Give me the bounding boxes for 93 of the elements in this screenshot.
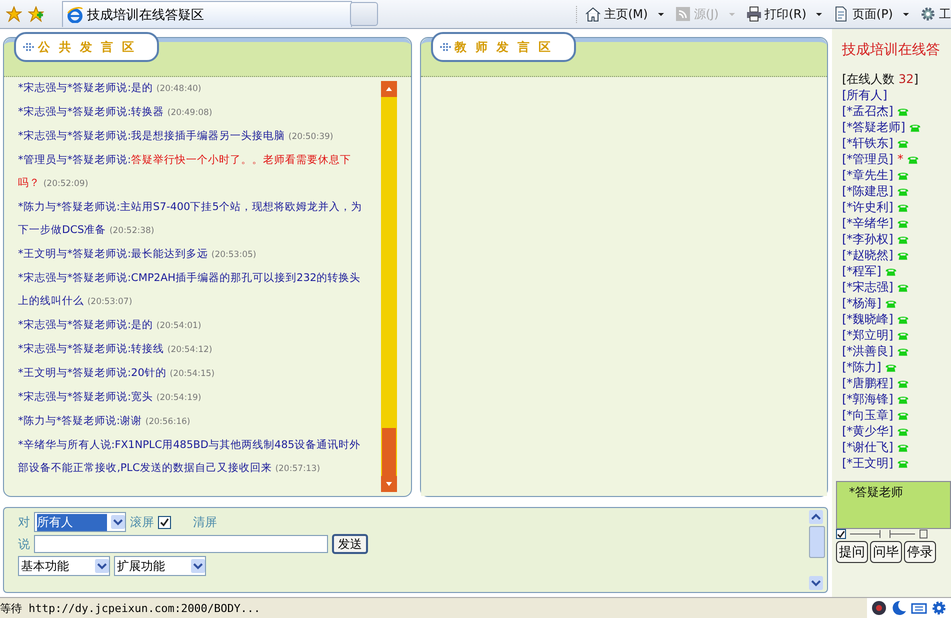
check-icon — [837, 530, 845, 538]
user-name[interactable]: [*唐鹏程] — [842, 374, 894, 392]
scroll-down-button[interactable] — [809, 576, 823, 590]
toolbar-command[interactable]: 打印(R) — [746, 6, 824, 22]
toolbar-command[interactable]: 页面(P) — [833, 6, 910, 22]
scroll-thumb[interactable] — [809, 526, 825, 558]
caret-icon — [656, 10, 665, 18]
dots-icon — [438, 41, 450, 53]
user-name[interactable]: [*黄少华] — [842, 422, 894, 440]
user-name[interactable]: [*答疑老师] — [842, 118, 906, 136]
house-icon — [585, 6, 602, 22]
user-name[interactable]: [*轩铁东] — [842, 134, 894, 152]
scrollbar[interactable] — [380, 81, 396, 492]
down-arrow-icon — [384, 480, 392, 488]
admin-mark: * — [897, 152, 904, 166]
toolbar-command[interactable]: 主页(M) — [585, 6, 665, 22]
dots-icon — [22, 41, 34, 53]
function-select[interactable]: 扩展功能 — [114, 556, 206, 576]
chat-message: *辛绪华与所有人说:FX1NPLC用485BD与其他两线制485设备通讯时外部设备不能正常接收,PLC发送的数据自己又接收回来 (20:57:13) — [18, 438, 362, 476]
chat-message: *宋志强与*答疑老师说:CMP2AH插手编器的那孔可以接到232的转换头上的线叫什么 (20:53:07) — [18, 271, 362, 309]
user-name[interactable]: [*孟召杰] — [842, 102, 894, 120]
gear-icon[interactable] — [931, 600, 947, 616]
chat-message: *宋志强与*答疑老师说:是的 (20:54:01) — [18, 318, 202, 333]
user-name[interactable]: [*李孙权] — [842, 230, 894, 248]
panel-title: 教师发言区 — [454, 38, 560, 56]
caret-icon — [815, 10, 824, 18]
user-name[interactable]: [*管理员] — [842, 150, 894, 168]
chat-message: *宋志强与*答疑老师说:转接线 (20:54:12) — [18, 342, 214, 357]
chat-message: *宋志强与*答疑老师说:宽头 (20:54:19) — [18, 390, 202, 405]
chat-message: *陈力与*答疑老师说:主站用S7-400下挂5个站，现想将欧姆龙并入，为下一步做DCS准备 (20:52:38) — [18, 200, 363, 238]
recipient-select[interactable]: 所有人 — [34, 512, 126, 532]
scroll-label: 滚屏 — [130, 514, 154, 530]
user-name[interactable]: [*陈力] — [842, 358, 882, 376]
printer-icon — [746, 6, 762, 22]
up-arrow-icon — [384, 85, 392, 93]
user-name[interactable]: [*郑立明] — [842, 326, 894, 344]
user-name[interactable]: [*程军] — [842, 262, 882, 280]
user-name[interactable]: [*向玉章] — [842, 406, 894, 424]
user-name[interactable]: [*王文明] — [842, 454, 894, 472]
action-button[interactable]: 问毕 — [870, 541, 902, 563]
checkbox[interactable] — [836, 529, 846, 539]
caret-icon — [902, 10, 910, 18]
browser-logo-icon — [67, 6, 83, 22]
action-button[interactable]: 提问 — [836, 541, 868, 563]
chat-message: *王文明与*答疑老师说:最长能达到多远 (20:53:05) — [18, 247, 258, 262]
chat-message: *宋志强与*答疑老师说:转换器 (20:49:08) — [18, 105, 214, 120]
user-name[interactable]: [*魏晓峰] — [842, 310, 894, 328]
status-text: 等待 http://dy.jcpeixun.com:2000/BODY... — [0, 600, 260, 616]
chat-message: *宋志强与*答疑老师说:是的 (20:48:40) — [18, 81, 202, 96]
feed-icon — [674, 6, 691, 22]
say-label: 说 — [18, 536, 30, 552]
dropdown-icon — [95, 559, 109, 573]
toolbar-command[interactable]: 工 — [920, 6, 951, 22]
user-name[interactable]: [*赵晓然] — [842, 246, 894, 264]
caret-icon — [728, 10, 736, 18]
user-name[interactable]: [*陈建思] — [842, 182, 894, 200]
scroll-checkbox[interactable] — [158, 516, 171, 528]
star-icon[interactable] — [6, 6, 22, 22]
user-name[interactable]: [*辛绪华] — [842, 214, 894, 232]
user-name[interactable]: [*郭海锋] — [842, 390, 894, 408]
user-name[interactable]: [*谢仕飞] — [842, 438, 894, 456]
user-name[interactable]: [*章先生] — [842, 166, 894, 184]
browser-tab[interactable]: 技成培训在线答疑区 — [62, 1, 352, 27]
user-name[interactable]: [所有人] — [842, 86, 888, 104]
to-label: 对 — [18, 514, 30, 530]
scroll-thumb[interactable] — [382, 428, 396, 476]
user-name[interactable]: [*宋志强] — [842, 278, 894, 296]
user-name[interactable]: [*许史利] — [842, 198, 894, 216]
scrollbar[interactable] — [809, 510, 825, 590]
chat-message: *陈力与*答疑老师说:谢谢 (20:56:16) — [18, 414, 192, 429]
user-name[interactable]: [*洪善良] — [842, 342, 894, 360]
target-box[interactable]: *答疑老师 — [836, 481, 951, 529]
check-icon — [160, 518, 169, 526]
online-count: [在线人数 32] — [842, 71, 920, 87]
site-title: 技成培训在线答 — [842, 41, 941, 59]
message-input[interactable] — [34, 535, 328, 553]
action-button[interactable]: 停录 — [904, 541, 936, 563]
dropdown-icon — [191, 559, 205, 573]
chat-message: *宋志强与*答疑老师说:我是想接插手编器另一头接电脑 (20:50:39) — [18, 129, 334, 144]
add-star-icon[interactable] — [28, 6, 44, 22]
page-icon — [833, 6, 850, 22]
chat-message: *管理员与*答疑老师说:答疑举行快一个小时了。。老师看需要休息下吗？ (20:52:09) — [18, 153, 352, 191]
dropdown-icon — [111, 515, 125, 529]
moon-icon[interactable] — [891, 600, 907, 616]
function-select[interactable]: 基本功能 — [18, 556, 110, 576]
gear-icon — [920, 6, 936, 22]
scroll-down-button[interactable] — [380, 476, 396, 492]
user-name[interactable]: [*杨海] — [842, 294, 882, 312]
chat-message: *王文明与*答疑老师说:20针的 (20:54:15) — [18, 366, 216, 381]
send-button[interactable]: 发送 — [332, 534, 368, 554]
scroll-up-button[interactable] — [809, 510, 823, 524]
scroll-up-button[interactable] — [380, 81, 396, 97]
panel-title: 公共发言区 — [38, 38, 143, 56]
